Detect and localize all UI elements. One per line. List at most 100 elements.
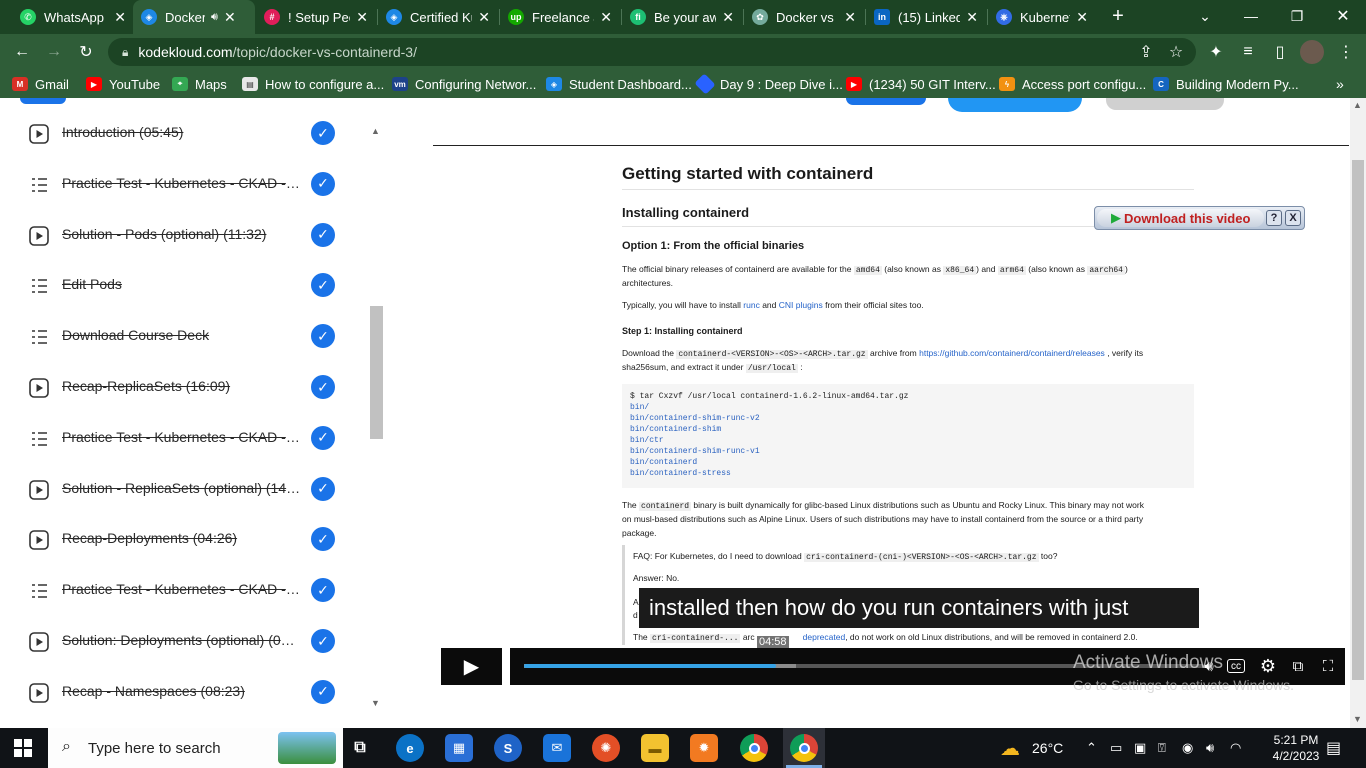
releases-link[interactable]: https://github.com/containerd/containerd… [919, 348, 1105, 358]
deprecated-link[interactable]: deprecated [803, 632, 846, 642]
skype-icon[interactable]: S [494, 734, 522, 762]
page-scroll-thumb[interactable] [1352, 160, 1364, 680]
camera-icon[interactable]: ◉ [1182, 740, 1193, 756]
file-explorer-icon[interactable]: ▬ [641, 734, 669, 762]
picture-in-picture-icon[interactable]: ⧉ [1287, 656, 1309, 676]
address-bar[interactable]: 🔒︎ kodekloud.com/topic/docker-vs-contain… [108, 38, 1196, 66]
app-icon[interactable]: ✺ [592, 734, 620, 762]
weather-temp[interactable]: 26°C [1032, 740, 1063, 756]
chrome-icon[interactable] [740, 734, 768, 762]
progress-fill[interactable] [524, 664, 776, 668]
download-video-button[interactable]: ▶ Download this video [1097, 209, 1264, 227]
bookmark-maps[interactable]: ⌖ Maps [172, 75, 227, 93]
menu-icon[interactable]: ⋮ [1334, 40, 1358, 64]
new-tab-button[interactable]: + [1096, 0, 1140, 32]
close-icon[interactable]: ✕ [966, 9, 978, 26]
close-icon[interactable]: ✕ [722, 9, 734, 26]
wifi-icon[interactable]: ◠ [1230, 740, 1241, 756]
reload-icon[interactable]: ↻ [74, 40, 98, 64]
captions-icon[interactable]: cc [1227, 659, 1245, 673]
lesson-item[interactable]: Solution - ReplicaSets (optional) (14:10… [0, 462, 370, 512]
close-icon[interactable]: ✕ [356, 9, 368, 26]
tab-docker-vs-containerd[interactable]: ◈ Docker vs containerd 🔊︎ ✕ [133, 0, 255, 34]
show-hidden-icons[interactable]: ⌃ [1086, 740, 1097, 756]
taskbar-search-input[interactable]: ⌕ Type here to search [48, 728, 343, 768]
header-button-fragment[interactable] [1106, 98, 1224, 110]
scroll-down-icon[interactable]: ▼ [1353, 714, 1362, 724]
lesson-item[interactable]: Solution: Deployments (optional) (06:20)… [0, 614, 370, 664]
usb-icon[interactable]: ⍔ [1158, 740, 1166, 756]
bookmark-star-icon[interactable]: ☆ [1164, 40, 1188, 64]
notifications-icon[interactable]: ▤ [1326, 738, 1341, 758]
close-button[interactable]: X [1285, 210, 1301, 226]
extensions-icon[interactable]: ✦ [1204, 40, 1228, 64]
close-icon[interactable]: ✕ [478, 9, 490, 26]
scroll-up-icon[interactable]: ▲ [1353, 100, 1362, 110]
minimize-button[interactable]: — [1228, 0, 1274, 32]
close-icon[interactable]: ✕ [114, 9, 126, 26]
close-window-button[interactable]: ✕ [1320, 0, 1366, 32]
settings-icon[interactable]: ⚙ [1257, 656, 1279, 676]
meet-icon[interactable]: ▣ [1134, 740, 1146, 756]
tab-whatsapp[interactable]: ✆ WhatsApp ✕ [12, 0, 134, 34]
tab-certified-kubernetes[interactable]: ◈ Certified Kubernetes ✕ [378, 0, 498, 34]
bookmark-configuring-network[interactable]: vm Configuring Networ... [392, 75, 536, 93]
lesson-item[interactable]: Download Course Deck ✓ [0, 309, 370, 359]
cni-plugins-link[interactable]: CNI plugins [779, 300, 823, 310]
bookmark-gmail[interactable]: M Gmail [12, 75, 69, 93]
edge-icon[interactable]: e [396, 734, 424, 762]
tab-linkedin[interactable]: in (15) LinkedIn ✕ [866, 0, 986, 34]
media-control-icon[interactable]: ≡ [1236, 40, 1260, 64]
runc-link[interactable]: runc [743, 300, 760, 310]
forward-icon[interactable]: → [42, 40, 66, 64]
tab-kubernetes[interactable]: ⎈ Kubernetes ✕ [988, 0, 1096, 34]
taskbar-clock[interactable]: 5:21 PM 4/2/2023 [1258, 732, 1334, 764]
bookmark-building-modern[interactable]: C Building Modern Py... [1153, 75, 1299, 93]
restore-button[interactable]: ❐ [1274, 0, 1320, 32]
chrome-active-icon[interactable] [790, 734, 818, 762]
tab-chatgpt[interactable]: ✿ Docker vs ✕ [744, 0, 864, 34]
speaker-icon[interactable]: 🔊︎ [211, 11, 218, 24]
close-icon[interactable]: ✕ [600, 9, 612, 26]
close-icon[interactable]: ✕ [224, 9, 236, 26]
side-panel-icon[interactable]: ▯ [1268, 40, 1292, 64]
bookmark-how-to-configure[interactable]: ▤ How to configure a... [242, 75, 384, 93]
close-icon[interactable]: ✕ [844, 9, 856, 26]
sidebar-scroll-thumb[interactable] [370, 306, 383, 439]
fullscreen-icon[interactable]: ⛶ [1317, 656, 1339, 676]
bookmark-git-interview[interactable]: ▶ (1234) 50 GIT Interv... [846, 75, 996, 93]
tab-upwork[interactable]: up Freelance Jobs ✕ [500, 0, 620, 34]
scroll-up-icon[interactable]: ▲ [371, 126, 380, 136]
store-icon[interactable]: ▦ [445, 734, 473, 762]
lesson-item[interactable]: Recap-Deployments (04:26) ✓ [0, 512, 370, 562]
weather-icon[interactable]: ☁ [1000, 736, 1020, 761]
mail-icon[interactable]: ✉ [543, 734, 571, 762]
tab-fiverr[interactable]: fi Be your awesome ✕ [622, 0, 742, 34]
lock-icon[interactable]: 🔒︎ [122, 45, 128, 60]
task-view-icon[interactable]: ⧉ [346, 734, 374, 762]
bookmark-youtube[interactable]: ▶ YouTube [86, 75, 160, 93]
header-button-fragment[interactable] [948, 98, 1082, 112]
lesson-item[interactable]: Edit Pods ✓ [0, 258, 370, 308]
back-icon[interactable]: ← [10, 40, 34, 64]
lesson-item[interactable]: Practice Test - Kubernetes - CKAD - Pods… [0, 157, 370, 207]
lesson-item[interactable]: Recap - Namespaces (08:23) ✓ [0, 665, 370, 715]
windows-start-icon[interactable] [14, 739, 32, 757]
play-button[interactable]: ▶ [441, 648, 502, 685]
speaker-icon[interactable]: 🔊︎ [1206, 740, 1214, 756]
avatar[interactable] [1300, 40, 1324, 64]
lesson-item[interactable]: Introduction (05:45) ✓ [0, 106, 370, 156]
bookmark-day9[interactable]: Day 9 : Deep Dive i... [694, 73, 843, 95]
settings-app-icon[interactable]: ✹ [690, 734, 718, 762]
header-button-fragment[interactable] [846, 98, 926, 105]
bookmark-student-dashboard[interactable]: ◈ Student Dashboard... [546, 75, 692, 93]
share-icon[interactable]: ⇪ [1134, 40, 1158, 64]
network-adapter-icon[interactable]: ▭ [1110, 740, 1122, 756]
lesson-item[interactable]: Practice Test - Kubernetes - CKAD - Repl… [0, 411, 370, 461]
close-icon[interactable]: ✕ [1076, 9, 1088, 26]
tab-slack[interactable]: # ! Setup Peer ✕ [256, 0, 376, 34]
bookmark-access-port[interactable]: ϟ Access port configu... [999, 75, 1146, 93]
lesson-item[interactable]: Recap-ReplicaSets (16:09) ✓ [0, 360, 370, 410]
help-button[interactable]: ? [1266, 210, 1282, 226]
scroll-down-icon[interactable]: ▼ [371, 698, 380, 708]
